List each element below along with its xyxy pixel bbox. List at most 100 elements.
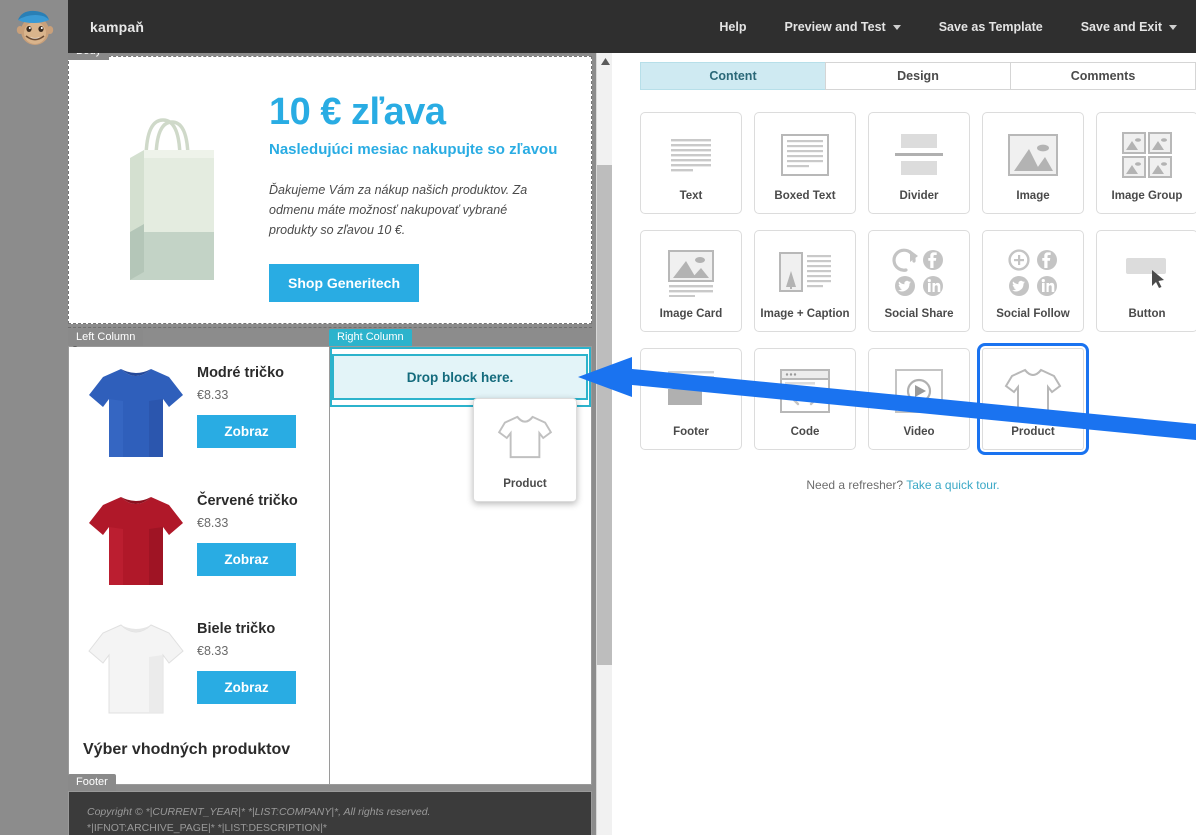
product-view-button[interactable]: Zobraz [197, 543, 296, 576]
product-price: €8.33 [197, 388, 229, 402]
block-tile-image[interactable]: Image [982, 112, 1084, 214]
triangle-up-icon [600, 57, 610, 65]
product-row[interactable]: Červené tričko €8.33 Zobraz [69, 475, 329, 603]
social-follow-icon [1006, 245, 1060, 301]
block-tile-label: Image [1016, 190, 1050, 202]
block-tile-footer[interactable]: Footer [640, 348, 742, 450]
footer-block[interactable]: Copyright © *|CURRENT_YEAR|* *|LIST:COMP… [68, 791, 592, 835]
mailchimp-freddie-logo[interactable] [0, 0, 68, 53]
save-as-template-button[interactable]: Save as Template [920, 0, 1062, 53]
tab-content[interactable]: Content [640, 62, 826, 90]
block-tile-label: Footer [673, 426, 709, 438]
white-tshirt-icon [88, 624, 184, 714]
footer-copyright-line: Copyright © *|CURRENT_YEAR|* *|LIST:COMP… [87, 806, 431, 818]
block-tile-video[interactable]: Video [868, 348, 970, 450]
block-tile-label: Boxed Text [774, 190, 836, 202]
code-icon [778, 363, 832, 419]
tshirt-icon [1004, 363, 1062, 419]
help-button[interactable]: Help [700, 0, 765, 53]
blue-tshirt-image [75, 351, 197, 475]
blue-tshirt-icon [89, 369, 183, 457]
footer-merge-tag-line: *|IFNOT:ARCHIVE_PAGE|* *|LIST:DESCRIPTIO… [87, 822, 328, 835]
product-view-button[interactable]: Zobraz [197, 671, 296, 704]
button-icon [1120, 245, 1174, 301]
product-price: €8.33 [197, 516, 229, 530]
top-navigation-bar: kampaň Help Preview and Test Save as Tem… [0, 0, 1196, 53]
section-tab-left-column[interactable]: Left Column [68, 329, 144, 346]
tab-design[interactable]: Design [825, 62, 1011, 90]
image-group-icon [1121, 127, 1173, 183]
save-and-exit-menu[interactable]: Save and Exit [1062, 0, 1196, 53]
shopping-bag-illustration [69, 65, 267, 323]
content-panel: Content Design Comments Text Boxed Text … [628, 53, 1196, 835]
drag-ghost-label: Product [503, 478, 547, 490]
section-tab-body[interactable]: Body [68, 53, 110, 60]
block-tile-image-caption[interactable]: Image + Caption [754, 230, 856, 332]
scrollbar-thumb[interactable] [597, 165, 612, 665]
section-tab-footer[interactable]: Footer [68, 774, 116, 791]
product-row[interactable]: Biele tričko €8.33 Zobraz [69, 603, 329, 731]
social-share-icon [892, 245, 946, 301]
section-divider-line [68, 327, 592, 328]
red-tshirt-image [75, 479, 197, 603]
block-tile-button[interactable]: Button [1096, 230, 1196, 332]
preview-and-test-label: Preview and Test [784, 19, 886, 34]
block-tile-code[interactable]: Code [754, 348, 856, 450]
block-tile-label: Social Follow [996, 308, 1070, 320]
block-tile-label: Image Card [659, 308, 723, 320]
block-tile-label: Divider [899, 190, 939, 202]
help-label: Help [719, 19, 747, 34]
block-tile-label: Product [1011, 426, 1055, 438]
block-tile-image-card[interactable]: Image Card [640, 230, 742, 332]
image-card-icon [665, 245, 717, 301]
left-column-section-heading: Výber vhodných produktov [83, 741, 291, 758]
block-tile-product[interactable]: Product [977, 343, 1089, 455]
scroll-up-arrow-icon[interactable] [597, 53, 613, 69]
tab-comments[interactable]: Comments [1010, 62, 1196, 90]
freddie-icon [16, 10, 54, 45]
block-tile-label: Video [903, 426, 935, 438]
product-name: Biele tričko [197, 621, 276, 637]
shopping-bag-icon [130, 117, 214, 280]
canvas-scrollbar[interactable] [596, 53, 612, 835]
block-palette: Text Boxed Text Divider Image Image Grou… [628, 90, 1196, 466]
block-tile-image-group[interactable]: Image Group [1096, 112, 1196, 214]
hero-subheadline: Nasledujúci mesiac nakupujte so zľavou [269, 140, 558, 158]
block-tile-label: Text [679, 190, 703, 202]
block-tile-label: Image Group [1111, 190, 1183, 202]
divider-icon [893, 127, 945, 183]
block-tile-divider[interactable]: Divider [868, 112, 970, 214]
drag-ghost-product-tile: Product [473, 398, 577, 502]
hero-paragraph: Ďakujeme Vám za nákup našich produktov. … [269, 182, 528, 237]
preview-and-test-menu[interactable]: Preview and Test [766, 0, 920, 53]
section-tab-right-column[interactable]: Right Column [329, 329, 412, 346]
save-and-exit-label: Save and Exit [1080, 19, 1162, 34]
white-tshirt-image [75, 607, 197, 731]
block-tile-boxed-text[interactable]: Boxed Text [754, 112, 856, 214]
product-price: €8.33 [197, 644, 229, 658]
shop-generitech-button[interactable]: Shop Generitech [269, 263, 420, 302]
tshirt-icon [497, 414, 553, 465]
footer-icon [664, 363, 718, 419]
block-tile-social-share[interactable]: Social Share [868, 230, 970, 332]
video-icon [894, 363, 944, 419]
refresher-text: Need a refresher? [806, 478, 904, 492]
block-tile-social-follow[interactable]: Social Follow [982, 230, 1084, 332]
top-nav-actions: Help Preview and Test Save as Template S… [700, 0, 1196, 53]
save-as-template-label: Save as Template [938, 19, 1043, 34]
refresher-hint: Need a refresher? Take a quick tour. [628, 478, 1196, 492]
block-tile-label: Image + Caption [760, 308, 850, 320]
image-caption-icon [778, 245, 832, 301]
product-name: Červené tričko [197, 493, 298, 509]
block-tile-label: Code [790, 426, 820, 438]
hero-block[interactable]: 10 € zľava Nasledujúci mesiac nakupujte … [68, 56, 592, 324]
product-view-button[interactable]: Zobraz [197, 415, 296, 448]
block-tile-text[interactable]: Text [640, 112, 742, 214]
panel-tabs: Content Design Comments [628, 53, 1196, 90]
block-tile-label: Social Share [884, 308, 954, 320]
take-a-quick-tour-link[interactable]: Take a quick tour. [906, 478, 999, 492]
drop-block-here-zone[interactable]: Drop block here. [332, 354, 588, 400]
campaign-title: kampaň [90, 18, 145, 35]
product-row[interactable]: Modré tričko €8.33 Zobraz [69, 347, 329, 475]
left-column-block[interactable]: Modré tričko €8.33 Zobraz Červené tričko… [68, 346, 330, 785]
